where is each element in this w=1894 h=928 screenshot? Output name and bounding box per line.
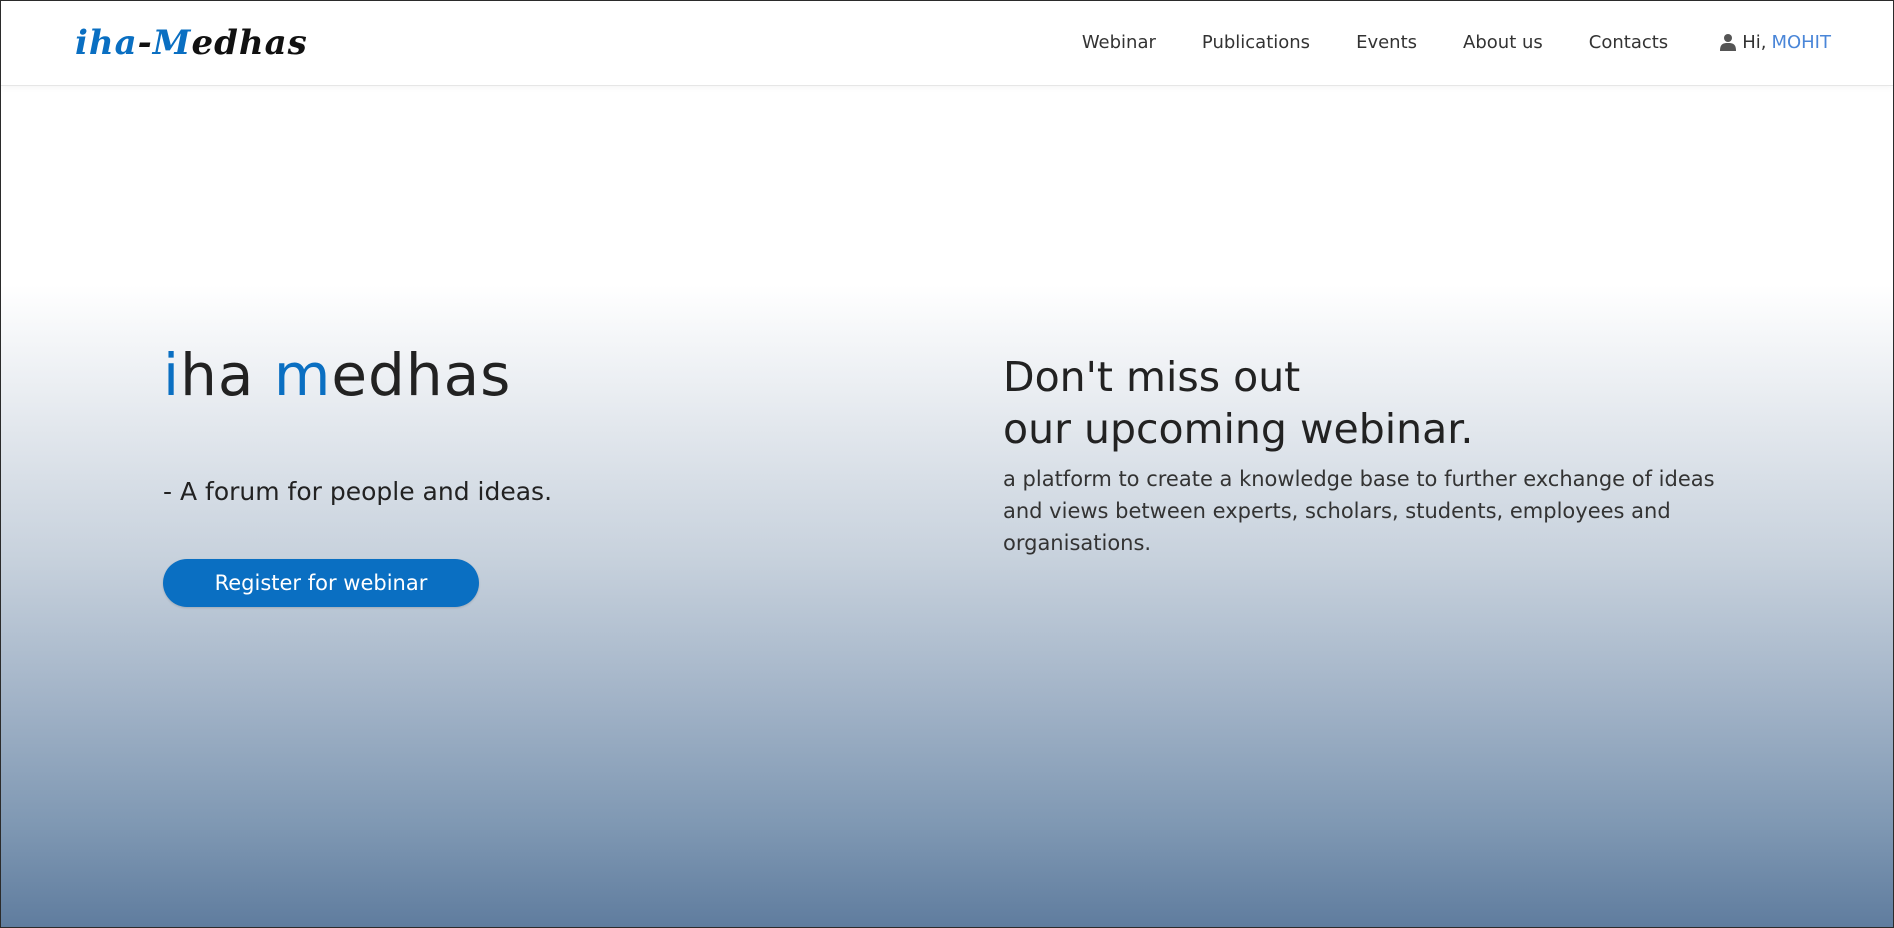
promo-heading-line2: our upcoming webinar. — [1003, 405, 1474, 453]
page: iha-Medhas Webinar Publications Events A… — [0, 0, 1894, 928]
logo-part-dash: - — [137, 23, 153, 63]
promo-description: a platform to create a knowledge base to… — [1003, 467, 1715, 555]
site-logo[interactable]: iha-Medhas — [75, 23, 308, 63]
logo-part-iha: iha — [75, 23, 138, 63]
main-nav: Webinar Publications Events About us Con… — [1082, 1, 1893, 83]
hero-section: iha medhas - A forum for people and idea… — [1, 85, 1893, 927]
nav-about-us[interactable]: About us — [1463, 32, 1543, 53]
logo-part-edhas: edhas — [191, 23, 308, 63]
brand-part-ha: ha — [180, 341, 274, 409]
user-greeting: Hi, — [1742, 31, 1767, 53]
user-icon — [1720, 34, 1737, 51]
logo-part-m: M — [152, 23, 192, 63]
brand-part-edhas: edhas — [331, 341, 512, 409]
promo-heading: Don't miss out our upcoming webinar. — [1003, 351, 1473, 455]
register-webinar-button[interactable]: Register for webinar — [163, 559, 479, 607]
brand-part-m: m — [273, 341, 332, 409]
nav-publications[interactable]: Publications — [1202, 32, 1310, 53]
nav-events[interactable]: Events — [1356, 32, 1417, 53]
hero-tagline: - A forum for people and ideas. — [163, 477, 553, 506]
user-menu[interactable]: Hi, MOHIT — [1720, 32, 1831, 53]
user-name-link[interactable]: MOHIT — [1771, 32, 1831, 53]
brand-part-i: i — [163, 341, 181, 409]
nav-webinar[interactable]: Webinar — [1082, 32, 1156, 53]
top-navbar: iha-Medhas Webinar Publications Events A… — [1, 1, 1893, 86]
promo-heading-line1: Don't miss out — [1003, 353, 1301, 401]
nav-contacts[interactable]: Contacts — [1589, 32, 1668, 53]
hero-brand-title: iha medhas — [163, 341, 511, 409]
